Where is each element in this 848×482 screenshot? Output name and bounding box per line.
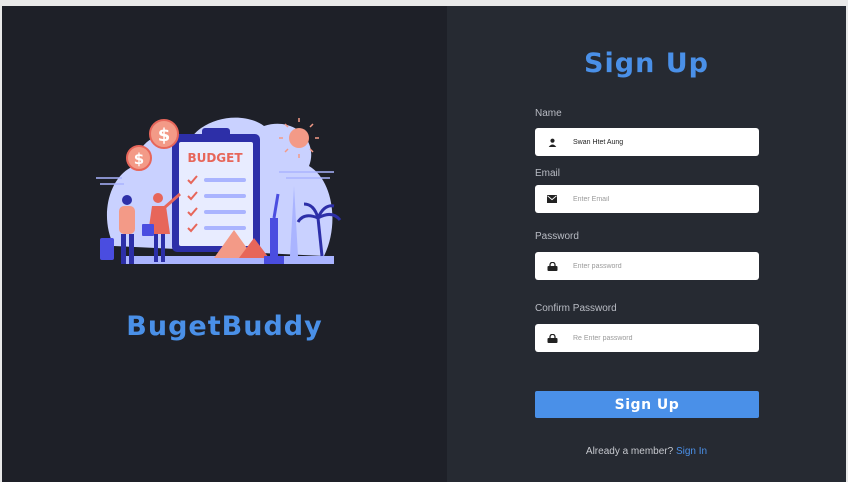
coin-symbol-small: $ [134, 150, 144, 168]
form-title: Sign Up [584, 48, 709, 79]
signin-prompt: Already a member? Sign In [447, 446, 846, 457]
confirm-password-label: Confirm Password [535, 303, 617, 314]
already-member-text: Already a member? [585, 446, 674, 457]
budget-sign-text: BUDGET [187, 151, 243, 165]
signin-link[interactable]: Sign In [676, 446, 707, 457]
name-input[interactable] [569, 128, 759, 156]
email-label: Email [535, 168, 561, 179]
name-label: Name [535, 108, 562, 119]
name-field[interactable] [535, 128, 759, 156]
signup-button[interactable]: Sign Up [535, 391, 759, 418]
password-field[interactable] [535, 252, 759, 280]
brand-name: BugetBuddy [126, 311, 323, 342]
email-input[interactable] [569, 185, 759, 213]
coin-symbol: $ [158, 125, 171, 146]
lock-icon [535, 333, 569, 343]
password-label: Password [535, 231, 579, 242]
envelope-icon [535, 195, 569, 203]
password-input[interactable] [569, 252, 759, 280]
brand-panel: BUDGET $ $ BugetBuddy [2, 6, 447, 482]
app-frame: BUDGET $ $ BugetBuddy Sign Up Name Swan … [2, 6, 846, 482]
budget-illustration: BUDGET $ $ [96, 117, 342, 264]
confirm-password-input[interactable] [569, 324, 759, 352]
email-field[interactable] [535, 185, 759, 213]
signup-panel: Sign Up Name Email Password Confirm Pass… [447, 6, 846, 482]
confirm-password-field[interactable] [535, 324, 759, 352]
user-icon [535, 138, 569, 147]
lock-icon [535, 261, 569, 271]
